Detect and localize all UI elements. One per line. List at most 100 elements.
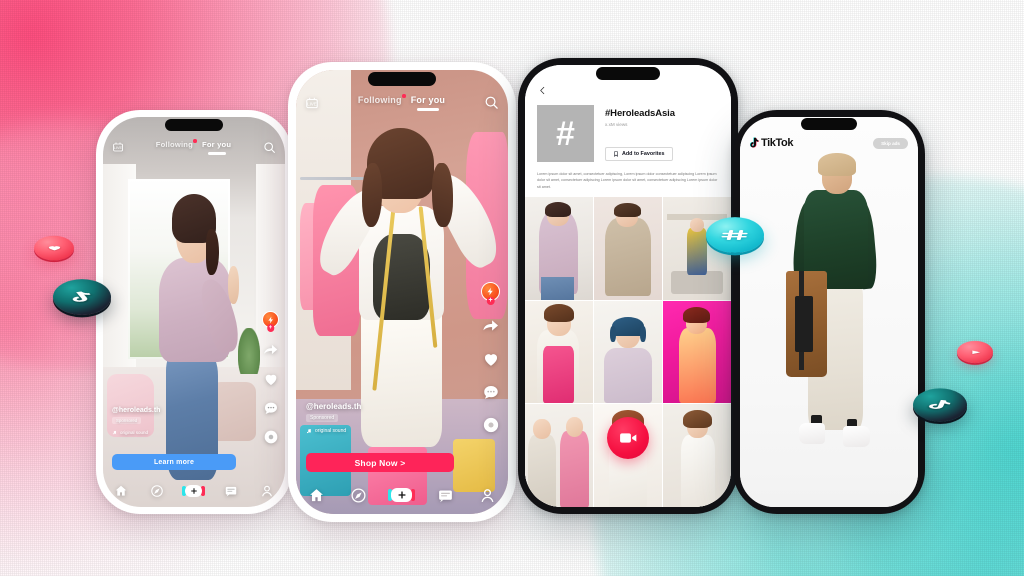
message-icon[interactable] (224, 484, 238, 498)
add-to-favorites-button[interactable]: Add to Favorites (605, 147, 673, 161)
hashtag-coin-icon (706, 206, 764, 264)
tab-for-you-2[interactable]: For you (411, 95, 445, 111)
phone-2-notch (368, 72, 436, 86)
avatar-follow-button-1[interactable]: + (262, 311, 279, 332)
cta-shop-now-button[interactable]: Shop Now > (306, 453, 454, 472)
feed-creator-block-1: @heroleads.th Sponsored original sound (112, 407, 160, 435)
phone-4-screen: TikTok Skip ads (740, 117, 918, 507)
home-icon[interactable] (308, 487, 325, 504)
skip-ads-button[interactable]: Skip ads (873, 137, 908, 149)
sound-row-2[interactable]: original sound (306, 428, 361, 434)
play-coin-icon (957, 334, 993, 370)
phone-mockup-2: LIVE Following For you + @heroleads.th S… (288, 62, 516, 522)
sponsored-badge-2: Sponsored (306, 414, 339, 422)
hashtag-page: # #HeroleadsAsia x.xM views Add to Favor… (525, 65, 731, 507)
tiktok-feed-2: LIVE Following For you + @heroleads.th S… (296, 70, 508, 514)
hashtag-avatar: # (537, 105, 594, 162)
tab-for-you-label-1: For you (201, 140, 232, 149)
tab-for-you-1[interactable]: For you (202, 140, 231, 155)
live-icon[interactable]: LIVE (305, 96, 319, 110)
creator-handle-1[interactable]: @heroleads.th (112, 407, 160, 414)
tab-for-you-label-2: For you (410, 95, 446, 105)
record-video-button[interactable] (607, 417, 649, 459)
grid-video-cell[interactable] (663, 404, 731, 507)
scene: LIVE Following For you + @heroleads.th S… (0, 0, 1024, 576)
hashtag-video-grid (525, 197, 731, 507)
create-plus-button[interactable] (182, 485, 206, 497)
record-disc-icon[interactable] (482, 416, 500, 434)
phone-mockup-3: # #HeroleadsAsia x.xM views Add to Favor… (518, 58, 738, 514)
feed-side-actions-1: + (262, 311, 279, 445)
svg-text:LIVE: LIVE (114, 146, 123, 150)
heart-icon (48, 245, 60, 251)
share-arrow-icon[interactable] (262, 341, 279, 358)
tiktok-note-coin-right (913, 378, 967, 432)
video-camera-icon (620, 433, 637, 443)
play-icon (971, 350, 980, 354)
create-plus-button[interactable] (388, 488, 416, 502)
tiktok-note-coin-left (53, 268, 111, 326)
hashtag-description: Lorem ipsum dolor sit amet, consectetuer… (537, 172, 718, 189)
compass-icon[interactable] (150, 484, 164, 498)
following-notification-dot (402, 94, 406, 98)
music-note-icon (112, 430, 116, 435)
grid-video-cell[interactable] (594, 300, 662, 404)
tiktok-note-icon (929, 400, 951, 409)
person-icon[interactable] (479, 487, 496, 504)
grid-video-cell[interactable] (525, 404, 593, 507)
feed-topbar-2: LIVE Following For you (296, 94, 508, 111)
grid-video-cell[interactable] (663, 300, 731, 404)
heart-icon[interactable] (263, 371, 279, 387)
grid-video-cell[interactable] (525, 300, 593, 404)
grid-video-cell[interactable] (594, 197, 662, 300)
sponsored-badge-1: Sponsored (112, 417, 142, 424)
follow-plus-badge: + (486, 296, 495, 305)
tab-following-1[interactable]: Following (155, 139, 197, 149)
tab-following-label-1: Following (155, 140, 193, 149)
music-note-icon (306, 429, 311, 434)
record-disc-icon[interactable] (263, 429, 279, 445)
tiktok-note-icon (749, 137, 759, 149)
avatar-follow-button-2[interactable]: + (481, 282, 500, 305)
tiktok-wordmark: TikTok (761, 137, 794, 149)
phone-3-screen: # #HeroleadsAsia x.xM views Add to Favor… (525, 65, 731, 507)
chevron-left-icon (540, 86, 545, 95)
tiktok-feed-1: LIVE Following For you + @heroleads.th S… (103, 117, 285, 507)
message-icon[interactable] (437, 487, 454, 504)
feed-side-actions-2: + (481, 282, 500, 434)
phone-mockup-1: LIVE Following For you + @heroleads.th S… (96, 110, 292, 514)
hashtag-views-count: x.xM views (605, 122, 628, 127)
share-arrow-icon[interactable] (481, 316, 500, 335)
hashtag-icon (721, 229, 748, 241)
tiktok-note-icon (72, 291, 91, 302)
ad-topbar: TikTok Skip ads (749, 137, 908, 149)
search-icon[interactable] (484, 95, 499, 110)
plus-icon (191, 488, 197, 494)
home-icon[interactable] (114, 484, 128, 498)
comment-icon[interactable] (263, 400, 279, 416)
heart-icon[interactable] (482, 350, 500, 368)
person-icon[interactable] (260, 484, 274, 498)
feed-tabbar-2 (296, 476, 508, 514)
following-notification-dot (193, 139, 197, 143)
bookmark-icon (614, 151, 618, 157)
tiktok-logo: TikTok (749, 137, 794, 149)
phone-1-notch (165, 119, 223, 131)
sound-name-1: original sound (120, 430, 149, 435)
sound-row-1[interactable]: original sound (112, 430, 160, 435)
feed-creator-block-2: @heroleads.th Sponsored original sound (306, 402, 361, 434)
feed-video-thumbnail-1 (103, 117, 285, 507)
phone-mockup-4: TikTok Skip ads (733, 110, 925, 514)
tab-following-2[interactable]: Following (358, 94, 406, 105)
live-icon[interactable]: LIVE (112, 141, 124, 153)
tiktok-ad-screen: TikTok Skip ads (740, 117, 918, 507)
comment-icon[interactable] (482, 383, 500, 401)
compass-icon[interactable] (350, 487, 367, 504)
grid-video-cell[interactable] (525, 197, 593, 300)
active-tab-underline (416, 108, 439, 111)
plus-icon (398, 491, 406, 499)
cta-learn-more-button[interactable]: Learn more (112, 454, 236, 470)
ad-model-photo (740, 153, 918, 507)
search-icon[interactable] (263, 141, 276, 154)
creator-handle-2[interactable]: @heroleads.th (306, 402, 361, 411)
